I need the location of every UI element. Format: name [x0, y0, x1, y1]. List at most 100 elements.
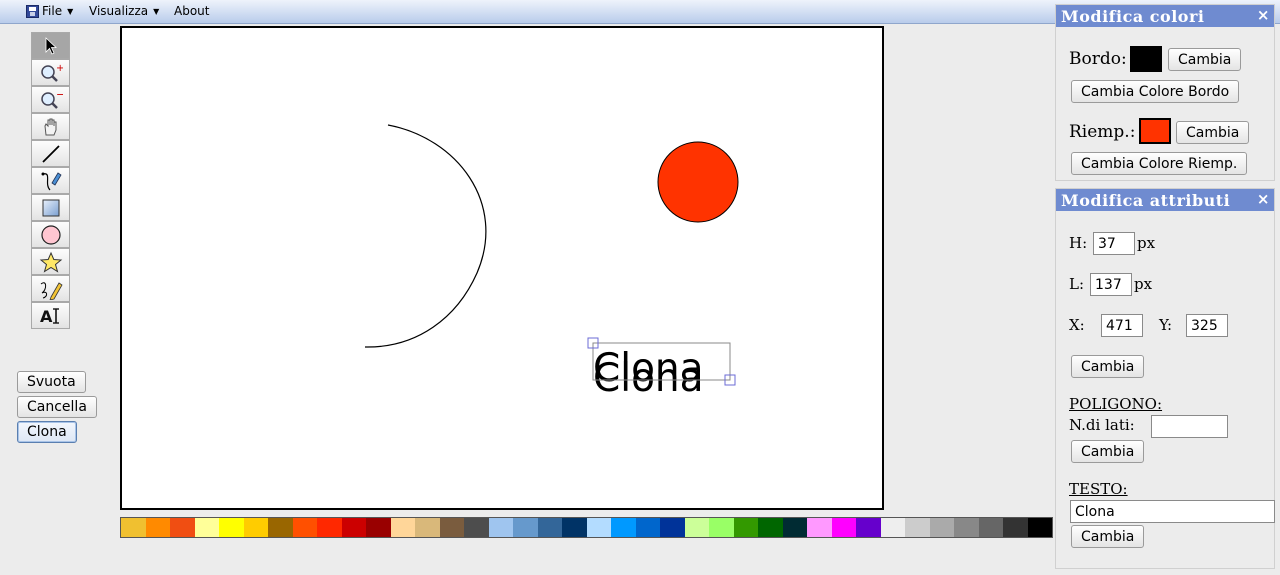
text-field[interactable]	[1070, 500, 1275, 523]
attributes-change-button[interactable]: Cambia	[1071, 355, 1145, 378]
palette-swatch[interactable]	[243, 518, 268, 537]
height-label: H:	[1069, 234, 1088, 252]
pan-tool[interactable]	[31, 113, 70, 140]
close-icon[interactable]: ×	[1257, 6, 1270, 24]
bezier-tool[interactable]	[31, 167, 70, 194]
palette-swatch[interactable]	[537, 518, 562, 537]
fill-change-button[interactable]: Cambia	[1176, 121, 1250, 144]
polygon-change-button[interactable]: Cambia	[1071, 440, 1145, 463]
text-shape-selected[interactable]: Clona	[593, 346, 704, 391]
palette-swatch[interactable]	[586, 518, 611, 537]
width-field[interactable]	[1090, 273, 1132, 296]
pointer-icon	[45, 36, 57, 55]
freehand-tool[interactable]	[31, 275, 70, 302]
palette-swatch[interactable]	[366, 518, 391, 537]
palette-swatch[interactable]	[733, 518, 758, 537]
hand-icon	[43, 118, 56, 135]
canvas-shapes: Clona Clona	[364, 124, 739, 401]
zoom-out-tool[interactable]: −	[31, 86, 70, 113]
polygon-tool[interactable]	[31, 248, 70, 275]
floppy-disk-icon	[26, 4, 39, 18]
clear-button[interactable]: Svuota	[17, 371, 86, 393]
circle-shape[interactable]	[657, 141, 739, 223]
tool-palette: + − A	[31, 32, 70, 329]
palette-swatch[interactable]	[1027, 518, 1052, 537]
palette-swatch[interactable]	[562, 518, 587, 537]
palette-swatch[interactable]	[415, 518, 440, 537]
border-color-swatch[interactable]	[1130, 46, 1162, 72]
close-icon[interactable]: ×	[1257, 190, 1270, 208]
view-menu-label: Visualizza	[89, 4, 149, 18]
border-change-button[interactable]: Cambia	[1168, 48, 1242, 71]
colors-panel-header: Modifica colori ×	[1056, 5, 1274, 27]
drawing-canvas[interactable]: Clona Clona	[120, 26, 884, 510]
palette-swatch[interactable]	[856, 518, 881, 537]
palette-swatch[interactable]	[929, 518, 954, 537]
border-label: Bordo:	[1069, 49, 1127, 69]
palette-swatch[interactable]	[341, 518, 366, 537]
text-change-button[interactable]: Cambia	[1071, 525, 1145, 548]
palette-swatch[interactable]	[880, 518, 905, 537]
width-label: L:	[1069, 275, 1085, 293]
palette-swatch[interactable]	[219, 518, 244, 537]
text-tool[interactable]: A	[31, 302, 70, 329]
palette-swatch[interactable]	[660, 518, 685, 537]
pen-icon	[41, 171, 62, 190]
change-border-color-button[interactable]: Cambia Colore Bordo	[1071, 80, 1240, 103]
palette-swatch[interactable]	[292, 518, 317, 537]
select-tool[interactable]	[31, 32, 70, 59]
palette-swatch[interactable]	[611, 518, 636, 537]
zoom-in-icon: +	[40, 63, 63, 82]
clone-button[interactable]: Clona	[17, 421, 77, 443]
palette-swatch[interactable]	[488, 518, 513, 537]
change-fill-color-button[interactable]: Cambia Colore Riemp.	[1071, 152, 1248, 175]
chevron-down-icon: ▼	[67, 6, 74, 16]
palette-swatch[interactable]	[831, 518, 856, 537]
palette-swatch[interactable]	[194, 518, 219, 537]
text-heading: TESTO:	[1069, 480, 1128, 498]
x-label: X:	[1069, 316, 1085, 334]
line-tool[interactable]	[31, 140, 70, 167]
palette-swatch[interactable]	[978, 518, 1003, 537]
y-field[interactable]	[1186, 314, 1228, 337]
zoom-in-tool[interactable]: +	[31, 59, 70, 86]
sides-label: N.di lati:	[1069, 416, 1135, 434]
palette-swatch[interactable]	[439, 518, 464, 537]
svg-text:−: −	[56, 90, 63, 101]
fill-color-swatch[interactable]	[1139, 118, 1171, 144]
delete-button[interactable]: Cancella	[17, 396, 97, 418]
palette-swatch[interactable]	[268, 518, 293, 537]
about-menu[interactable]: About	[174, 4, 209, 18]
palette-swatch[interactable]	[709, 518, 734, 537]
palette-swatch[interactable]	[1003, 518, 1028, 537]
palette-swatch[interactable]	[390, 518, 415, 537]
palette-swatch[interactable]	[317, 518, 342, 537]
text-icon: A	[40, 307, 59, 326]
width-unit: px	[1134, 275, 1153, 293]
palette-swatch[interactable]	[782, 518, 807, 537]
palette-swatch[interactable]	[905, 518, 930, 537]
fill-label: Riemp.:	[1069, 122, 1136, 142]
palette-swatch[interactable]	[635, 518, 660, 537]
file-menu[interactable]: File ▼	[26, 4, 73, 18]
sides-field[interactable]	[1151, 415, 1228, 438]
x-field[interactable]	[1101, 314, 1143, 337]
height-field[interactable]	[1093, 232, 1135, 255]
palette-swatch[interactable]	[758, 518, 783, 537]
zoom-out-icon: −	[40, 90, 63, 109]
palette-swatch[interactable]	[513, 518, 538, 537]
arc-shape[interactable]	[364, 124, 487, 348]
rectangle-tool[interactable]	[31, 194, 70, 221]
circle-tool[interactable]	[31, 221, 70, 248]
palette-swatch[interactable]	[954, 518, 979, 537]
color-palette	[120, 517, 1053, 538]
palette-swatch[interactable]	[121, 518, 146, 537]
view-menu[interactable]: Visualizza ▼	[89, 4, 159, 18]
palette-swatch[interactable]	[684, 518, 709, 537]
palette-swatch[interactable]	[464, 518, 489, 537]
palette-swatch[interactable]	[807, 518, 832, 537]
palette-swatch[interactable]	[170, 518, 195, 537]
palette-swatch[interactable]	[145, 518, 170, 537]
attributes-panel-header: Modifica attributi ×	[1056, 189, 1274, 211]
file-menu-label: File	[42, 4, 63, 18]
